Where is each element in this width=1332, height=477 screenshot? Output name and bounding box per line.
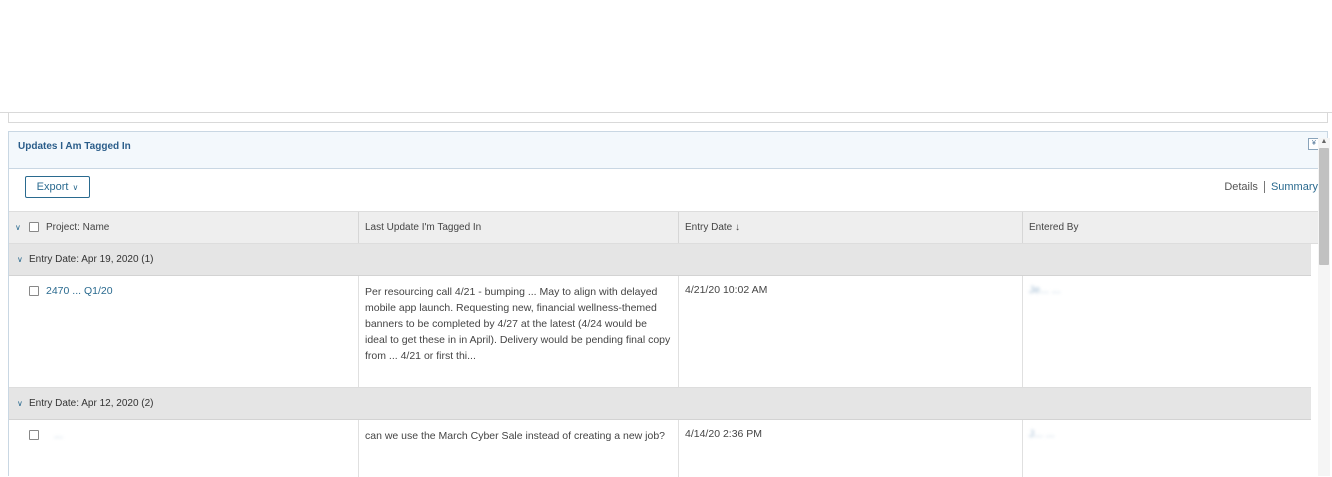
table-row[interactable]: 2470 ... Q1/20 Per resourcing call 4/21 … xyxy=(9,276,1311,388)
panel-title: Updates I Am Tagged In xyxy=(18,141,131,152)
updates-panel: Updates I Am Tagged In ¥ Export ∨ Detail… xyxy=(8,131,1328,477)
entered-by-cell: Je... ... xyxy=(1023,276,1311,387)
table-row[interactable]: ... can we use the March Cyber Sale inst… xyxy=(9,420,1311,477)
select-all-checkbox[interactable] xyxy=(29,222,39,232)
entry-date-cell: 4/21/20 10:02 AM xyxy=(679,276,1023,387)
column-label: Entered By xyxy=(1029,222,1079,233)
project-name-cell: 2470 ... Q1/20 xyxy=(9,276,359,387)
panel-header: Updates I Am Tagged In ¥ xyxy=(9,132,1327,169)
chevron-down-icon: ∨ xyxy=(72,182,79,192)
group-row[interactable]: ∨ Entry Date: Apr 12, 2020 (2) xyxy=(9,388,1311,420)
vertical-scrollbar[interactable]: ▲ xyxy=(1318,138,1330,476)
column-header-project-name[interactable]: ∨ Project: Name xyxy=(9,212,359,243)
update-cell: Per resourcing call 4/21 - bumping ... M… xyxy=(359,276,679,387)
grid-header: ∨ Project: Name Last Update I'm Tagged I… xyxy=(9,211,1327,244)
entered-by-link[interactable]: J... ... xyxy=(1029,428,1055,440)
project-name-link[interactable]: ... xyxy=(54,429,63,441)
details-view-link[interactable]: Details xyxy=(1224,181,1265,193)
project-name-link[interactable]: 2470 ... Q1/20 xyxy=(46,285,113,297)
summary-view-link[interactable]: Summary xyxy=(1265,181,1318,193)
toolbar: Export ∨ Details Summary xyxy=(9,169,1327,212)
group-label: Entry Date: Apr 12, 2020 (2) xyxy=(29,398,154,409)
update-text: Per resourcing call 4/21 - bumping ... M… xyxy=(365,286,671,362)
view-toggle: Details Summary xyxy=(1224,181,1318,193)
group-row[interactable]: ∨ Entry Date: Apr 19, 2020 (1) xyxy=(9,244,1311,276)
project-name-cell: ... xyxy=(9,420,359,477)
update-cell: can we use the March Cyber Sale instead … xyxy=(359,420,679,477)
column-label: Project: Name xyxy=(46,222,110,233)
chevron-down-icon[interactable]: ∨ xyxy=(15,223,21,232)
row-checkbox[interactable] xyxy=(29,286,39,296)
column-header-last-update[interactable]: Last Update I'm Tagged In xyxy=(359,212,679,243)
update-text: can we use the March Cyber Sale instead … xyxy=(365,430,666,442)
export-button-label: Export xyxy=(36,181,69,193)
chevron-down-icon[interactable]: ∨ xyxy=(17,399,23,408)
group-label: Entry Date: Apr 19, 2020 (1) xyxy=(29,254,154,265)
export-button[interactable]: Export ∨ xyxy=(25,176,90,198)
column-label: Last Update I'm Tagged In xyxy=(365,222,482,233)
previous-panel-edge xyxy=(8,113,1328,123)
grid-body: ∨ Entry Date: Apr 19, 2020 (1) 2470 ... … xyxy=(9,244,1327,477)
column-header-entered-by[interactable]: Entered By xyxy=(1023,212,1327,243)
scrollbar-thumb[interactable] xyxy=(1319,148,1329,265)
entry-date-cell: 4/14/20 2:36 PM xyxy=(679,420,1023,477)
scroll-up-arrow-icon[interactable]: ▲ xyxy=(1320,138,1328,145)
chevron-down-icon[interactable]: ∨ xyxy=(17,255,23,264)
entered-by-cell: J... ... xyxy=(1023,420,1311,477)
row-checkbox[interactable] xyxy=(29,430,39,440)
entered-by-link[interactable]: Je... ... xyxy=(1029,284,1061,296)
column-header-entry-date[interactable]: Entry Date ↓ xyxy=(679,212,1023,243)
column-label: Entry Date ↓ xyxy=(685,222,741,233)
